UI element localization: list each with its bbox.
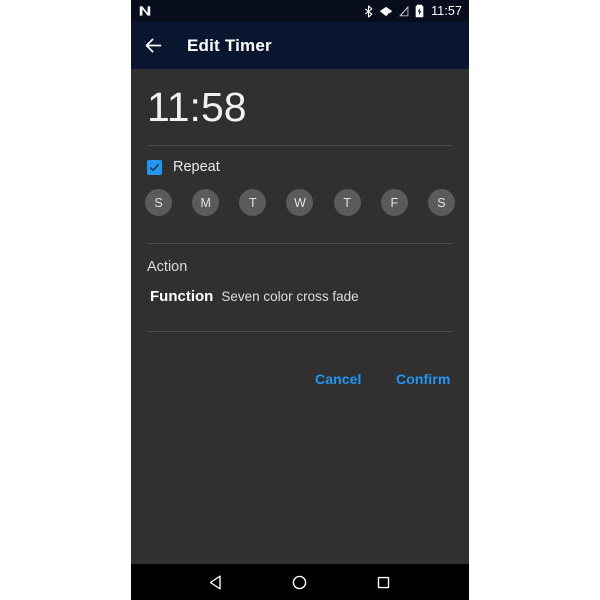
divider-below-days xyxy=(147,243,453,244)
timer-time-row[interactable]: 11:58 xyxy=(131,69,469,145)
function-value-label: Seven color cross fade xyxy=(221,289,359,304)
action-section-label: Action xyxy=(147,259,188,275)
nav-recents-button[interactable] xyxy=(366,564,400,600)
day-label: S xyxy=(437,195,446,210)
page-title: Edit Timer xyxy=(187,35,272,55)
android-n-logo xyxy=(139,6,151,16)
nav-recents-icon xyxy=(377,576,389,588)
edit-timer-content: 11:58 Repeat S M T W T F S Action Functi… xyxy=(131,69,469,564)
day-label: T xyxy=(343,195,351,210)
battery-charging-icon xyxy=(415,4,424,18)
back-arrow-icon xyxy=(145,38,161,53)
day-label: S xyxy=(154,195,163,210)
day-toggle-tuesday[interactable]: T xyxy=(239,189,267,216)
nav-back-button[interactable] xyxy=(200,564,234,600)
cellular-off-icon xyxy=(399,5,409,16)
function-row[interactable]: Function Seven color cross fade xyxy=(150,288,359,305)
day-toggle-thursday[interactable]: T xyxy=(333,189,361,216)
repeat-checkbox[interactable] xyxy=(147,159,162,175)
dialog-button-row: Cancel Confirm xyxy=(131,366,469,398)
android-nav-bar xyxy=(131,564,469,600)
day-toggle-sunday[interactable]: S xyxy=(145,189,172,216)
day-label: W xyxy=(294,195,306,210)
phone-screen: 11:57 Edit Timer 11:58 Repeat S M T W T … xyxy=(131,0,469,600)
status-bar-right: 11:57 xyxy=(364,4,462,18)
day-toggle-saturday[interactable]: S xyxy=(427,189,455,216)
divider-above-buttons xyxy=(147,331,453,332)
nav-home-icon xyxy=(293,575,307,589)
divider-below-time xyxy=(147,145,453,146)
repeat-label: Repeat xyxy=(173,159,220,175)
function-key-label: Function xyxy=(150,288,214,305)
day-toggle-friday[interactable]: F xyxy=(380,189,408,216)
day-toggle-monday[interactable]: M xyxy=(192,189,220,216)
timer-time-value: 11:58 xyxy=(147,83,247,130)
repeat-days-row: S M T W T F S xyxy=(145,189,455,216)
day-label: T xyxy=(248,195,257,210)
nav-back-icon xyxy=(209,574,221,590)
day-toggle-wednesday[interactable]: W xyxy=(286,189,314,216)
day-label: F xyxy=(390,195,399,210)
day-label: M xyxy=(200,195,211,210)
screenshot-root: 11:57 Edit Timer 11:58 Repeat S M T W T … xyxy=(0,0,600,600)
confirm-button[interactable]: Confirm xyxy=(396,371,450,387)
repeat-toggle-row[interactable]: Repeat xyxy=(147,159,220,175)
bluetooth-icon xyxy=(365,4,373,18)
app-bar: Edit Timer xyxy=(131,22,469,69)
cancel-button[interactable]: Cancel xyxy=(315,371,362,387)
nav-home-button[interactable] xyxy=(283,564,317,600)
checkmark-icon xyxy=(149,163,160,171)
status-bar-left xyxy=(138,4,152,18)
back-button[interactable] xyxy=(131,22,175,69)
status-bar: 11:57 xyxy=(131,0,469,22)
wifi-no-internet-icon xyxy=(379,6,393,16)
status-bar-clock: 11:57 xyxy=(431,3,462,18)
